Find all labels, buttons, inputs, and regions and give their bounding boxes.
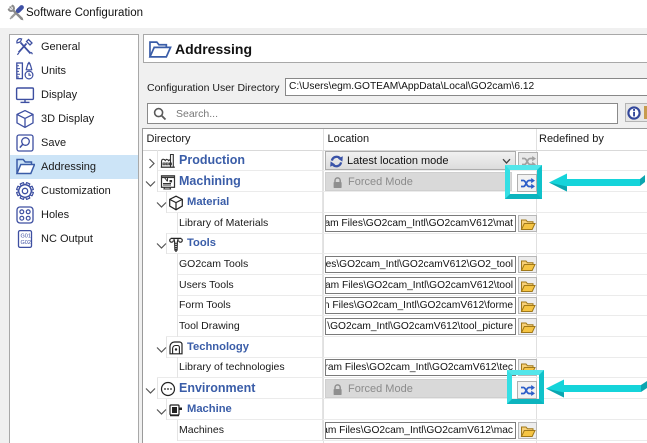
svg-text:G01: G01 (21, 234, 31, 240)
svg-text:G02: G02 (21, 240, 31, 246)
